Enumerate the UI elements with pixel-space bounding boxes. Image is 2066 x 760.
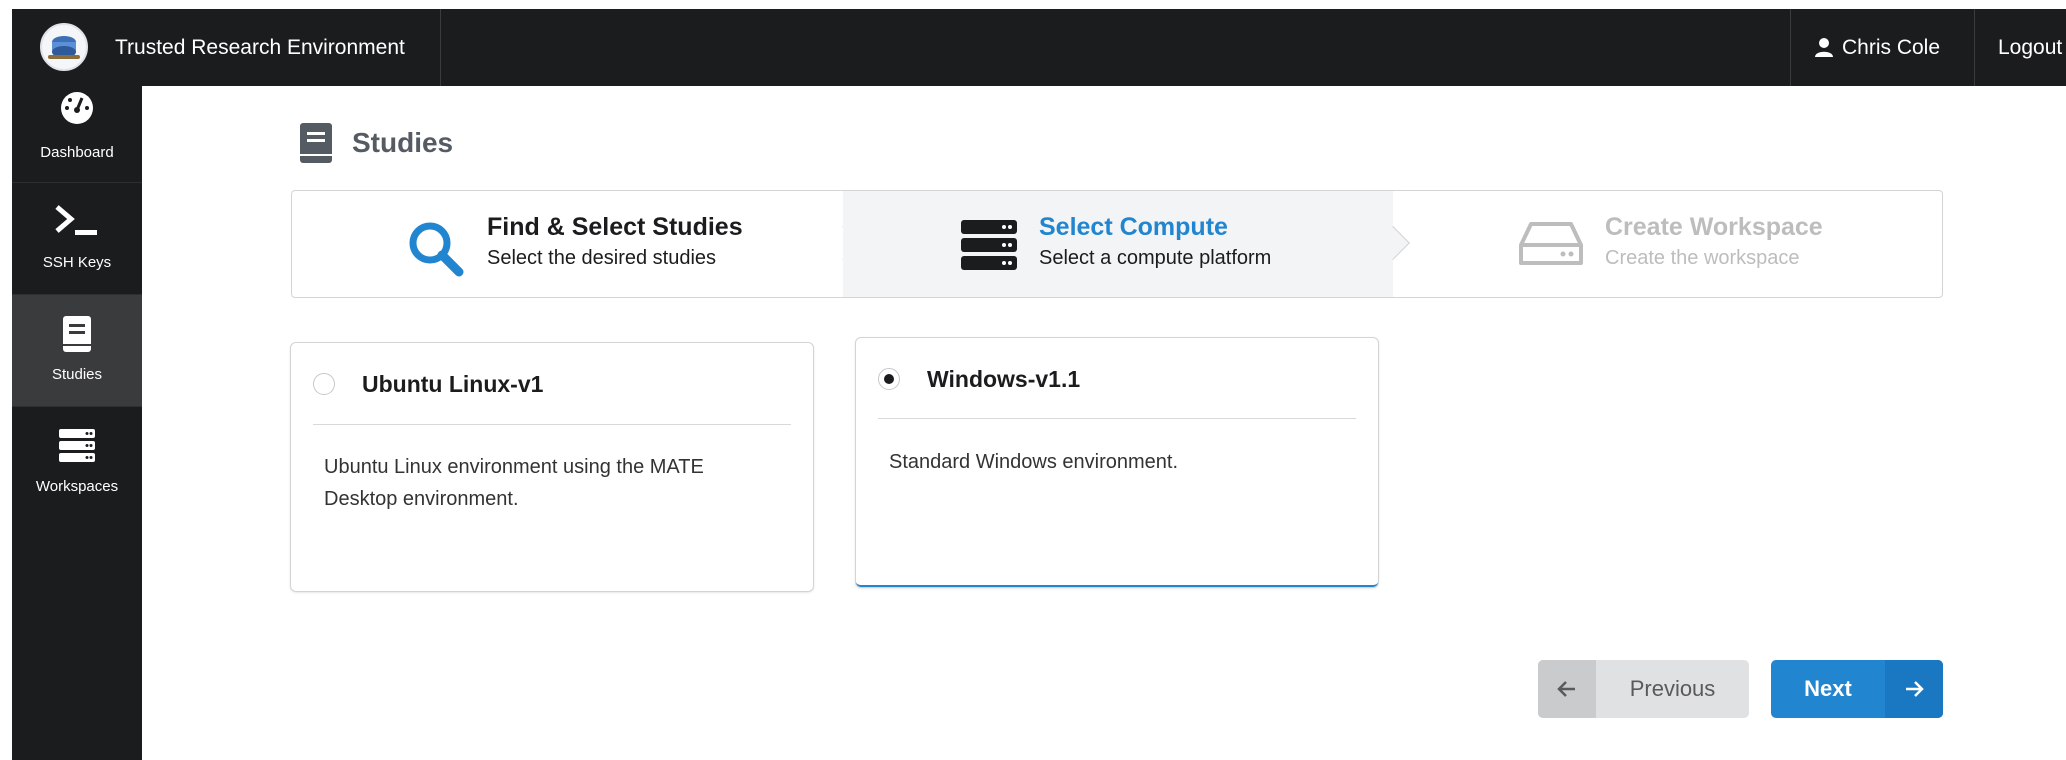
sidebar-item-ssh-keys[interactable]: SSH Keys [12,183,142,295]
app-title[interactable]: Trusted Research Environment [115,9,405,86]
user-menu[interactable]: Chris Cole [1814,9,1940,86]
compute-option-title: Ubuntu Linux-v1 [362,371,544,397]
sidebar-item-label: Studies [51,366,103,383]
sidebar-item-workspaces[interactable]: Workspaces [12,407,142,519]
compute-option-card-windows[interactable]: Windows-v1.1 Standard Windows environmen… [856,338,1378,587]
sidebar-nav: Dashboard SSH Keys Studies Workspaces [12,86,142,760]
sidebar-item-label: Workspaces [35,478,119,495]
step-description: Create the workspace [1605,247,1800,269]
dashboard-gauge-icon [61,92,93,124]
sidebar-item-label: Dashboard [40,144,114,161]
step-description: Select the desired studies [487,247,717,269]
compute-option-title: Windows-v1.1 [927,366,1081,392]
topbar-divider [1790,9,1791,86]
step-title: Create Workspace [1605,213,1823,241]
compute-option-radio[interactable] [878,368,900,390]
compute-option-description: Standard Windows environment. [889,451,1179,473]
user-name: Chris Cole [1842,36,1941,59]
step-find-select-studies[interactable]: Find & Select Studies Select the desired… [292,191,843,297]
top-menu-bar: Trusted Research Environment Chris Cole … [12,9,2066,86]
book-icon [300,123,332,163]
topbar-divider [1974,9,1975,86]
step-create-workspace[interactable]: Create Workspace Create the workspace [1393,191,1942,297]
hdd-icon [1519,222,1583,265]
logout-link[interactable]: Logout [1998,9,2062,86]
topbar-divider [440,9,441,86]
card-divider [878,418,1356,419]
app-logo-icon[interactable] [40,23,88,71]
user-icon [1815,38,1833,57]
step-select-compute[interactable]: Select Compute Select a compute platform [843,191,1393,297]
page-header: Studies [298,121,453,165]
sidebar-item-dashboard[interactable]: Dashboard [12,86,142,183]
sidebar-item-label: SSH Keys [42,254,112,271]
page-title: Studies [352,127,454,158]
step-title: Find & Select Studies [487,213,743,241]
arrow-right-icon [1906,681,1924,697]
server-icon [961,220,1017,270]
card-divider [313,424,791,425]
arrow-left-icon [1557,681,1575,697]
terminal-prompt-icon [55,205,97,235]
step-title: Select Compute [1039,213,1228,241]
next-button[interactable]: Next [1771,660,1943,718]
window-edge [0,0,12,760]
compute-option-radio[interactable] [313,373,335,395]
next-button-label: Next [1804,676,1852,701]
book-icon [63,316,91,352]
previous-button[interactable]: Previous [1538,660,1749,718]
compute-option-description: Ubuntu Linux environment using the MATE … [324,456,704,510]
wizard-steps: Find & Select Studies Select the desired… [291,190,1943,298]
search-icon [409,222,464,277]
server-icon [59,429,95,462]
previous-button-label: Previous [1629,676,1716,701]
compute-option-card-ubuntu[interactable]: Ubuntu Linux-v1 Ubuntu Linux environment… [291,343,813,591]
sidebar-item-studies[interactable]: Studies [12,295,142,407]
step-description: Select a compute platform [1039,247,1272,269]
